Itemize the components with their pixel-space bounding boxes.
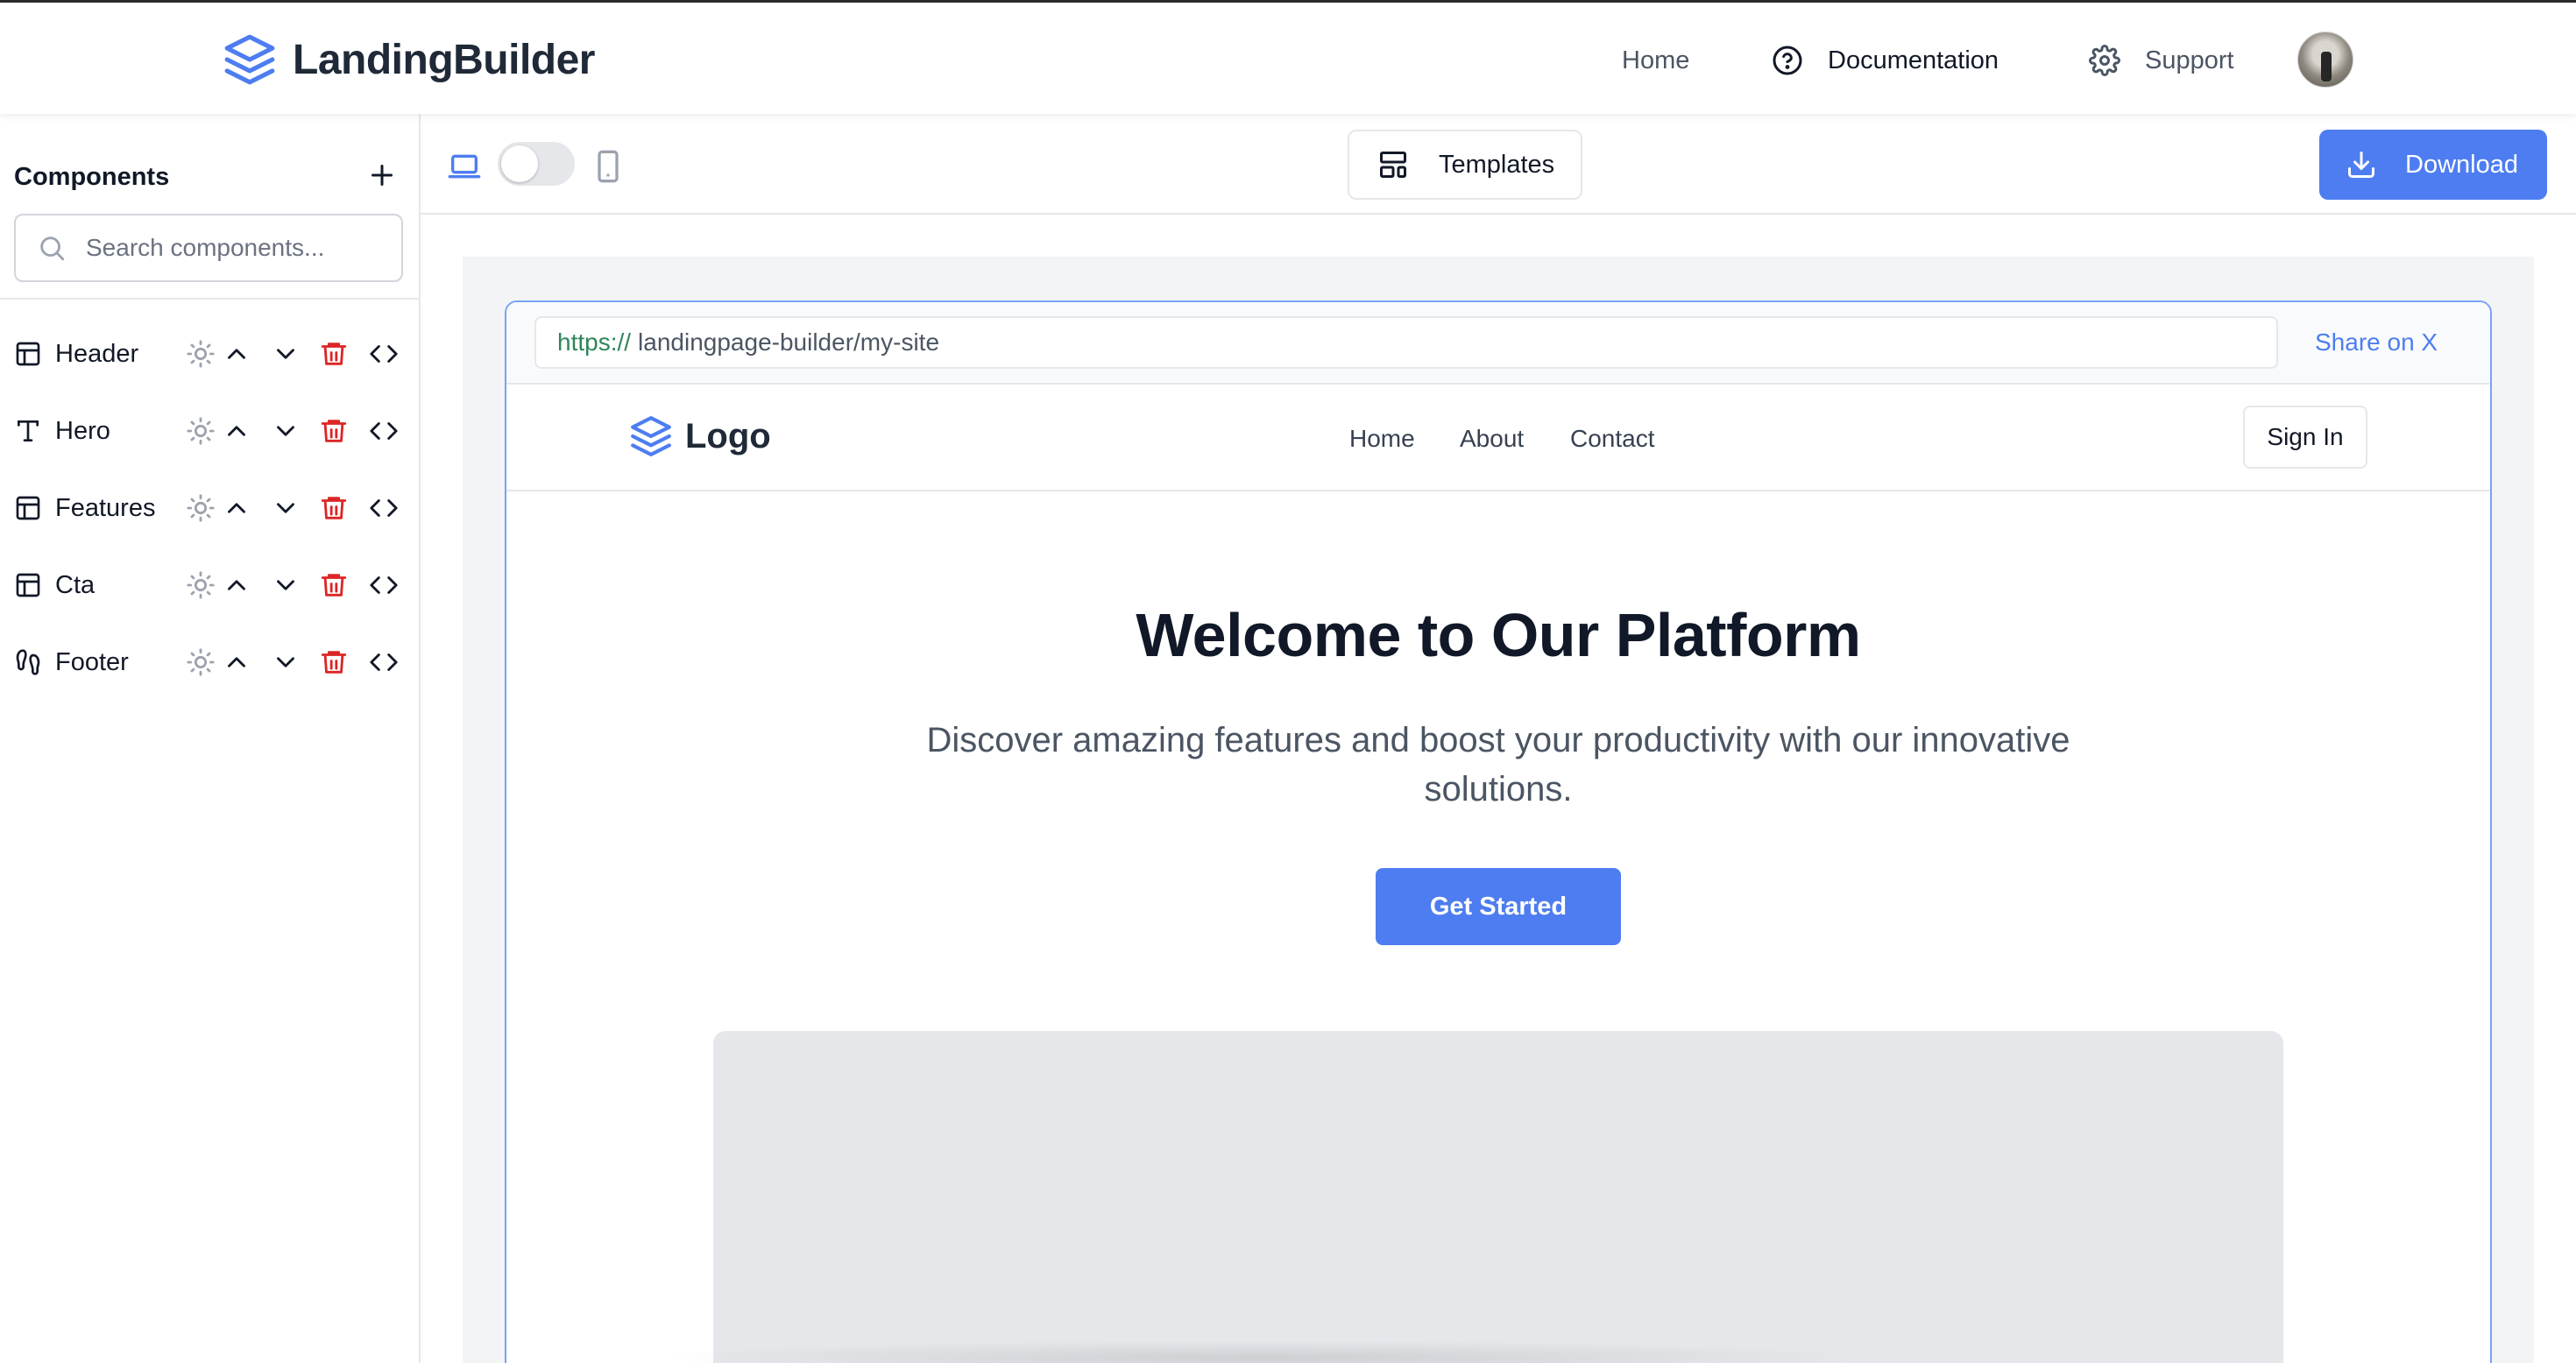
user-avatar[interactable] xyxy=(2297,32,2353,88)
layers-icon xyxy=(631,416,671,456)
theme-sun-icon[interactable] xyxy=(186,339,216,369)
nav-documentation-label: Documentation xyxy=(1828,46,1999,74)
add-component-icon[interactable] xyxy=(366,159,398,191)
theme-sun-icon[interactable] xyxy=(186,570,216,600)
component-row-hero[interactable]: Hero xyxy=(0,392,419,470)
component-row-header[interactable]: Header xyxy=(0,315,419,392)
search-input[interactable] xyxy=(86,234,384,262)
templates-label: Templates xyxy=(1439,150,1555,179)
site-logo[interactable]: Logo xyxy=(629,414,771,458)
delete-icon[interactable] xyxy=(319,339,349,369)
layout-icon xyxy=(16,573,40,597)
layers-icon xyxy=(224,34,275,85)
editor-toolbar: Templates Download xyxy=(421,114,2576,215)
smartphone-icon[interactable] xyxy=(591,149,626,184)
device-view-toggle[interactable] xyxy=(498,142,575,186)
move-up-icon[interactable] xyxy=(222,416,251,446)
nav-home-label: Home xyxy=(1622,46,1690,74)
browser-preview-frame: https:// landingpage-builder/my-site Sha… xyxy=(505,300,2492,1363)
url-protocol: https:// xyxy=(557,328,632,356)
move-down-icon[interactable] xyxy=(271,416,301,446)
component-list: Header Hero Features Cta Footer xyxy=(0,315,419,701)
download-icon xyxy=(2348,152,2374,178)
site-nav-contact[interactable]: Contact xyxy=(1570,425,1655,453)
move-up-icon[interactable] xyxy=(222,647,251,677)
code-icon[interactable] xyxy=(369,493,399,523)
download-label: Download xyxy=(2405,150,2518,179)
move-up-icon[interactable] xyxy=(222,570,251,600)
templates-button[interactable]: Templates xyxy=(1348,130,1582,200)
theme-sun-icon[interactable] xyxy=(186,647,216,677)
components-heading: Components xyxy=(14,163,170,191)
url-field[interactable]: https:// landingpage-builder/my-site xyxy=(534,316,2278,369)
nav-support-label: Support xyxy=(2145,46,2234,74)
component-row-features[interactable]: Features xyxy=(0,470,419,547)
footprints-icon xyxy=(16,649,40,675)
brand-logo[interactable]: LandingBuilder xyxy=(223,32,595,87)
brand-name: LandingBuilder xyxy=(293,36,595,83)
code-icon[interactable] xyxy=(369,339,399,369)
site-logo-text: Logo xyxy=(685,416,771,456)
get-started-button[interactable]: Get Started xyxy=(1376,868,1621,945)
move-down-icon[interactable] xyxy=(271,647,301,677)
code-icon[interactable] xyxy=(369,647,399,677)
code-icon[interactable] xyxy=(369,570,399,600)
help-circle-icon xyxy=(1773,46,1802,75)
search-icon xyxy=(40,237,65,261)
text-type-icon xyxy=(18,420,39,441)
component-label: Hero xyxy=(55,416,110,445)
move-up-icon[interactable] xyxy=(222,493,251,523)
component-label: Header xyxy=(55,339,139,368)
url-path: landingpage-builder/my-site xyxy=(638,328,940,356)
site-nav-about[interactable]: About xyxy=(1460,425,1524,453)
move-down-icon[interactable] xyxy=(271,493,301,523)
component-label: Cta xyxy=(55,570,96,599)
site-nav-home[interactable]: Home xyxy=(1349,425,1415,453)
top-navigation-bar: LandingBuilder Home Documentation Suppor… xyxy=(0,0,2576,114)
layout-icon xyxy=(16,342,40,366)
component-row-footer[interactable]: Footer xyxy=(0,624,419,701)
theme-sun-icon[interactable] xyxy=(186,493,216,523)
share-on-x-link[interactable]: Share on X xyxy=(2315,328,2438,357)
code-icon[interactable] xyxy=(369,416,399,446)
move-up-icon[interactable] xyxy=(222,339,251,369)
delete-icon[interactable] xyxy=(319,647,349,677)
site-header: Logo Home About Contact Sign In xyxy=(506,385,2490,491)
preview-canvas: https:// landingpage-builder/my-site Sha… xyxy=(463,257,2534,1363)
avatar-photo xyxy=(2321,52,2332,81)
nav-support-link[interactable]: Support xyxy=(2089,36,2234,85)
sign-in-button[interactable]: Sign In xyxy=(2243,406,2367,469)
templates-icon xyxy=(1380,152,1406,178)
move-down-icon[interactable] xyxy=(271,339,301,369)
component-label: Features xyxy=(55,493,156,522)
gear-icon xyxy=(2089,45,2120,76)
hero-image-placeholder xyxy=(713,1031,2283,1363)
nav-documentation-link[interactable]: Documentation xyxy=(1772,36,1999,85)
nav-home-link[interactable]: Home xyxy=(1622,36,1689,85)
toggle-knob xyxy=(501,145,538,182)
component-search-field[interactable] xyxy=(14,214,403,282)
theme-sun-icon[interactable] xyxy=(186,416,216,446)
component-label: Footer xyxy=(55,647,129,676)
move-down-icon[interactable] xyxy=(271,570,301,600)
delete-icon[interactable] xyxy=(319,493,349,523)
hero-title: Welcome to Our Platform xyxy=(1136,601,1861,669)
delete-icon[interactable] xyxy=(319,570,349,600)
download-button[interactable]: Download xyxy=(2319,130,2547,200)
sidebar-divider xyxy=(0,298,419,300)
laptop-icon[interactable] xyxy=(447,149,482,184)
hero-subtitle: Discover amazing features and boost your… xyxy=(926,721,2070,809)
delete-icon[interactable] xyxy=(319,416,349,446)
layout-icon xyxy=(16,496,40,520)
components-sidebar: Components Header Hero xyxy=(0,114,421,1363)
preview-url-bar: https:// landingpage-builder/my-site Sha… xyxy=(506,302,2490,385)
component-row-cta[interactable]: Cta xyxy=(0,547,419,624)
